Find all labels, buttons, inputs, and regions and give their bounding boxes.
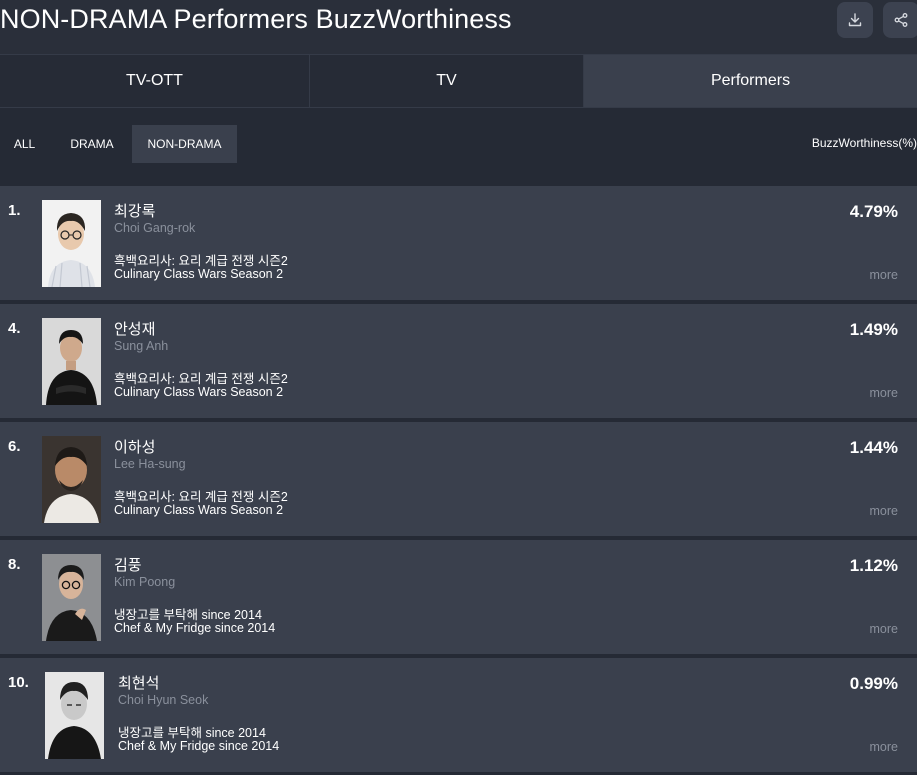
ranking-row[interactable]: 10. 최현석 Choi Hyun Seok 냉장고를 부탁해 since 20… <box>0 658 917 772</box>
performer-name[interactable]: 이하성 <box>114 436 155 457</box>
performer-photo[interactable] <box>45 672 104 759</box>
metric-label: BuzzWorthiness(%) <box>811 136 917 150</box>
buzz-percentage: 4.79% <box>849 202 898 221</box>
rank-number: 1. <box>8 202 21 219</box>
more-link[interactable]: more <box>870 386 898 400</box>
ranking-row[interactable]: 4. 안성재 Sung Anh 흑백요리사: 요리 계급 전쟁 시즌2 Culi… <box>0 304 917 418</box>
filter-all[interactable]: ALL <box>0 125 49 163</box>
rank-number: 4. <box>8 320 21 337</box>
ranking-row[interactable]: 8. 김풍 Kim Poong 냉장고를 부탁해 since 2014 Chef… <box>0 540 917 654</box>
performer-name-en: Lee Ha-sung <box>114 457 186 471</box>
filter-drama[interactable]: DRAMA <box>58 125 126 163</box>
page-title: NON-DRAMA Performers BuzzWorthiness <box>0 4 512 34</box>
performer-photo[interactable] <box>42 436 101 523</box>
more-link[interactable]: more <box>870 504 898 518</box>
more-link[interactable]: more <box>870 622 898 636</box>
more-link[interactable]: more <box>870 740 898 754</box>
tab-performers[interactable]: Performers <box>584 55 917 107</box>
tab-tv-ott[interactable]: TV-OTT <box>0 55 310 107</box>
show-title-en: Chef & My Fridge since 2014 <box>118 739 280 753</box>
filter-non-drama[interactable]: NON-DRAMA <box>132 125 237 163</box>
show-title-en: Culinary Class Wars Season 2 <box>114 503 284 517</box>
buzz-percentage: 0.99% <box>849 674 898 693</box>
tab-tv[interactable]: TV <box>310 55 584 107</box>
rank-number: 6. <box>8 438 21 455</box>
buzz-percentage: 1.12% <box>849 556 898 575</box>
page-header: NON-DRAMA Performers BuzzWorthiness <box>0 0 917 54</box>
ranking-row[interactable]: 6. 이하성 Lee Ha-sung 흑백요리사: 요리 계급 전쟁 시즌2 C… <box>0 422 917 536</box>
share-icon <box>893 12 909 28</box>
performer-name-en: Sung Anh <box>114 339 169 353</box>
share-button[interactable] <box>883 2 917 38</box>
buzz-percentage: 1.44% <box>849 438 898 457</box>
main-tabs: TV-OTT TV Performers <box>0 54 917 108</box>
download-button[interactable] <box>837 2 873 38</box>
performer-name-en: Choi Gang-rok <box>114 221 196 235</box>
ranking-row[interactable]: 1. 최강록 Choi Gang-rok 흑백요리사: 요리 계급 전쟁 시즌2… <box>0 186 917 300</box>
performer-photo[interactable] <box>42 554 101 641</box>
ranking-list: 1. 최강록 Choi Gang-rok 흑백요리사: 요리 계급 전쟁 시즌2… <box>0 186 917 775</box>
show-title-en: Culinary Class Wars Season 2 <box>114 267 284 281</box>
show-title-en: Culinary Class Wars Season 2 <box>114 385 284 399</box>
download-icon <box>847 12 863 28</box>
rank-number: 10. <box>8 674 29 691</box>
performer-name[interactable]: 최강록 <box>114 200 155 221</box>
buzz-percentage: 1.49% <box>849 320 898 339</box>
performer-photo[interactable] <box>42 200 101 287</box>
filter-bar: ALL DRAMA NON-DRAMA BuzzWorthiness(%) <box>0 108 917 186</box>
performer-name-en: Kim Poong <box>114 575 176 589</box>
more-link[interactable]: more <box>870 268 898 282</box>
show-title-en: Chef & My Fridge since 2014 <box>114 621 276 635</box>
performer-name[interactable]: 김풍 <box>114 554 142 575</box>
performer-name-en: Choi Hyun Seok <box>118 693 209 707</box>
performer-name[interactable]: 안성재 <box>114 318 155 339</box>
performer-photo[interactable] <box>42 318 101 405</box>
rank-number: 8. <box>8 556 21 573</box>
performer-name[interactable]: 최현석 <box>118 672 159 693</box>
